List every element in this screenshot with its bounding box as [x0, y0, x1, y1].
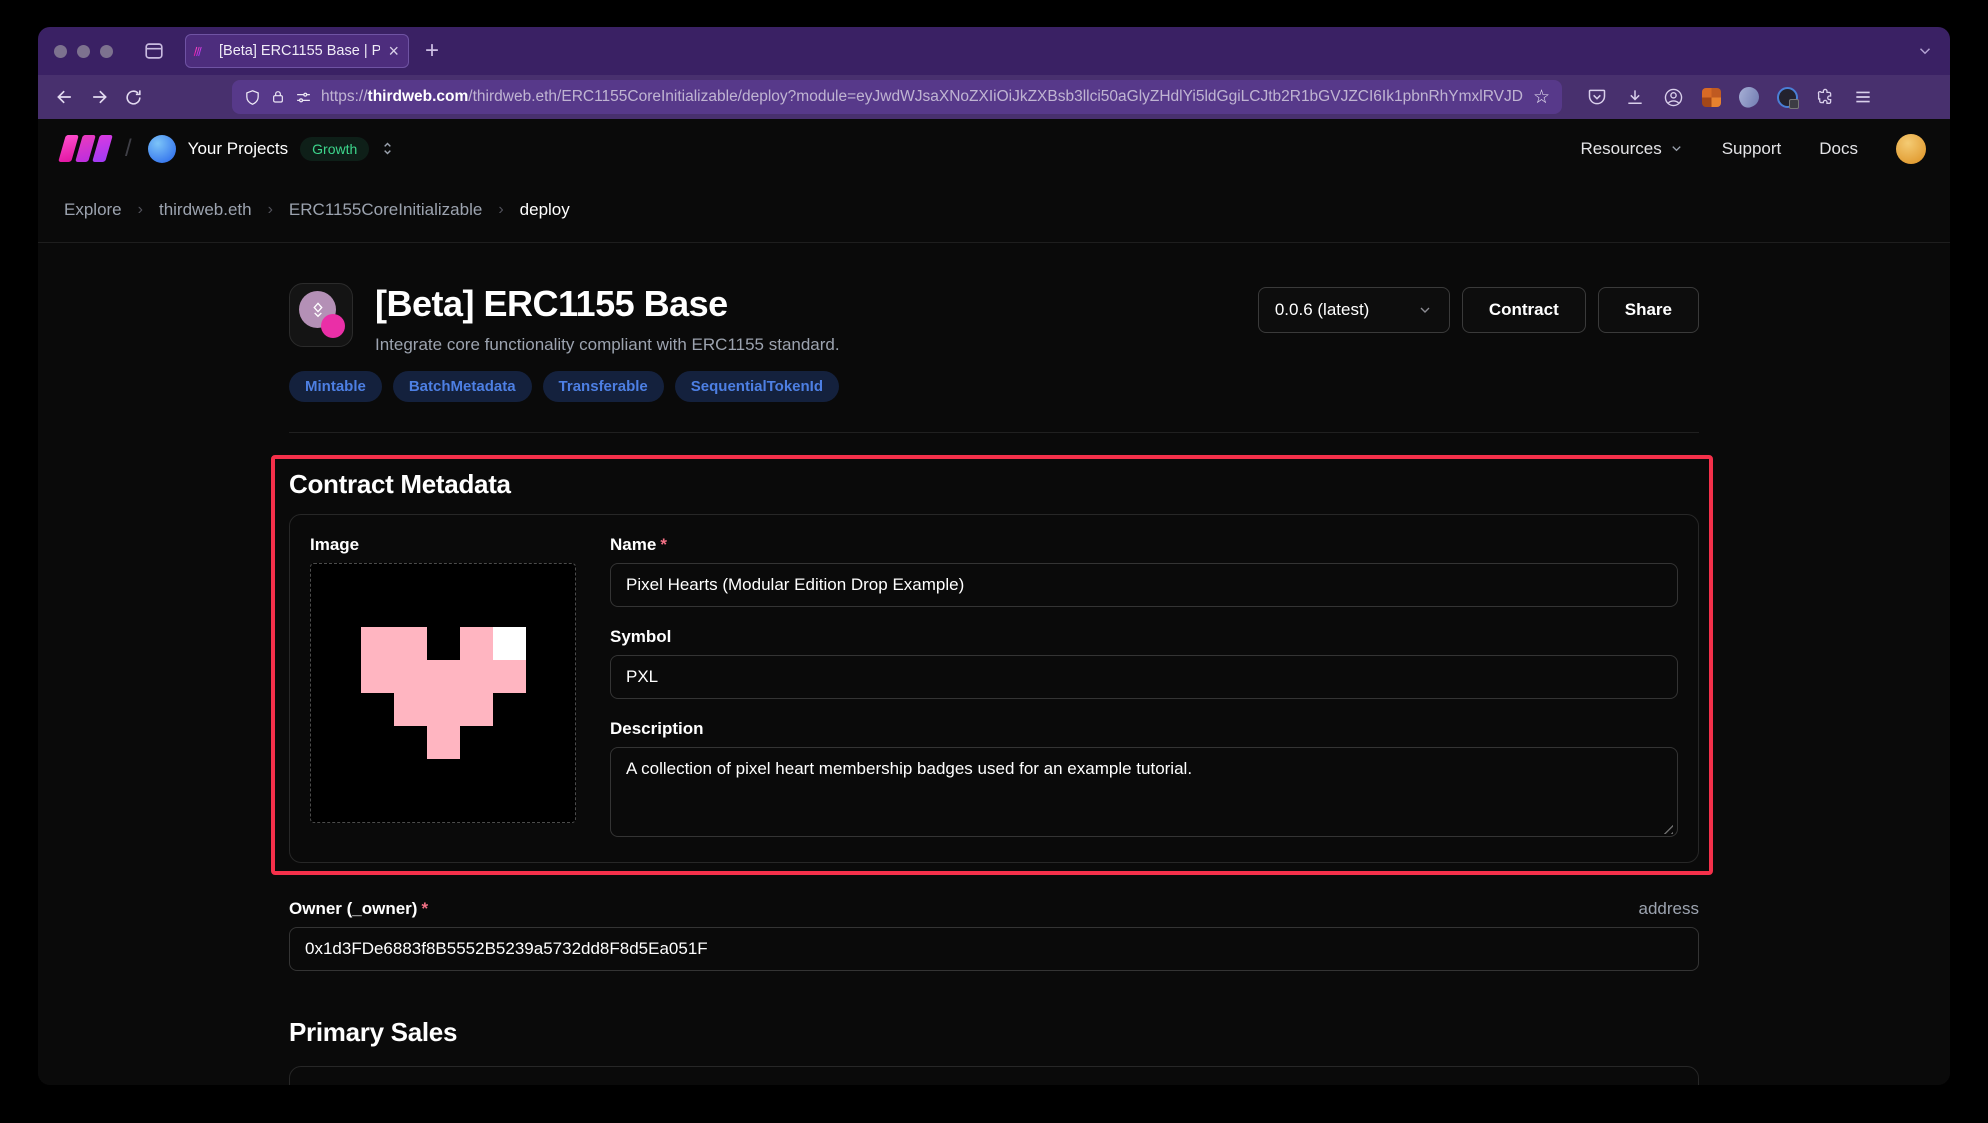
thirdweb-logo[interactable] [62, 135, 109, 162]
breadcrumb: Explore › thirdweb.eth › ERC1155CoreInit… [38, 178, 1950, 243]
zoom-window-button[interactable] [100, 45, 113, 58]
chevron-right-icon: › [138, 201, 143, 219]
project-avatar[interactable] [148, 135, 176, 163]
contract-icon [289, 283, 353, 347]
page-content: / Your Projects Growth Resources Support… [38, 119, 1950, 1085]
privacy-extension-icon[interactable] [1774, 84, 1800, 110]
browser-window: [Beta] ERC1155 Base | Publishe × + [38, 27, 1950, 1085]
share-button[interactable]: Share [1598, 287, 1699, 333]
toolbar-extensions [1584, 84, 1876, 110]
contract-icon-dot [321, 314, 345, 338]
section-divider [289, 432, 1699, 433]
description-textarea[interactable]: A collection of pixel heart membership b… [610, 747, 1678, 837]
shield-icon[interactable] [244, 89, 261, 106]
tab-bar: [Beta] ERC1155 Base | Publishe × + [38, 27, 1950, 75]
site-header: / Your Projects Growth Resources Support… [38, 119, 1950, 178]
thirdweb-favicon [195, 46, 200, 55]
owner-input[interactable] [289, 927, 1699, 971]
nav-resources[interactable]: Resources [1580, 139, 1683, 159]
contract-metadata-card: Image Name* Symbol Description A collect… [289, 514, 1699, 863]
browser-tab[interactable]: [Beta] ERC1155 Base | Publishe × [185, 34, 409, 68]
tab-list-chevron-icon[interactable] [1916, 42, 1934, 60]
traffic-lights [54, 45, 113, 58]
minimize-window-button[interactable] [77, 45, 90, 58]
wallet-extension-icon[interactable] [1698, 84, 1724, 110]
page-title: [Beta] ERC1155 Base [375, 283, 840, 325]
symbol-input[interactable] [610, 655, 1678, 699]
extension-icon[interactable] [1736, 84, 1762, 110]
tab-title: [Beta] ERC1155 Base | Publishe [219, 43, 380, 59]
owner-field-block: Owner (_owner)* address [289, 899, 1699, 971]
puzzle-extensions-icon[interactable] [1812, 84, 1838, 110]
nav-docs[interactable]: Docs [1819, 139, 1858, 159]
firefox-view-icon[interactable] [143, 40, 165, 62]
version-select[interactable]: 0.0.6 (latest) [1258, 287, 1450, 333]
close-tab-icon[interactable]: × [388, 42, 399, 60]
extension-badges: Mintable BatchMetadata Transferable Sequ… [289, 371, 1699, 402]
url-text[interactable]: https://thirdweb.com/thirdweb.eth/ERC115… [321, 88, 1524, 106]
chevron-down-icon [1669, 141, 1684, 156]
back-icon[interactable] [50, 82, 80, 112]
description-label: Description [610, 719, 1678, 739]
user-avatar[interactable] [1896, 134, 1926, 164]
permissions-icon[interactable] [295, 89, 312, 106]
close-window-button[interactable] [54, 45, 67, 58]
chevron-right-icon: › [268, 201, 273, 219]
slash-divider: / [125, 135, 132, 163]
breadcrumb-publisher[interactable]: thirdweb.eth [159, 200, 252, 220]
pocket-icon[interactable] [1584, 84, 1610, 110]
recipient-address-label: Recipient Address* [314, 1083, 1674, 1085]
name-label: Name* [610, 535, 1678, 555]
primary-sales-heading: Primary Sales [289, 1017, 1699, 1048]
project-name[interactable]: Your Projects [188, 139, 288, 159]
plan-badge: Growth [300, 137, 369, 161]
new-tab-button[interactable]: + [425, 37, 439, 65]
pixel-heart [361, 627, 526, 759]
menu-hamburger-icon[interactable] [1850, 84, 1876, 110]
browser-toolbar: https://thirdweb.com/thirdweb.eth/ERC115… [38, 75, 1950, 119]
url-bar[interactable]: https://thirdweb.com/thirdweb.eth/ERC115… [232, 80, 1562, 114]
account-icon[interactable] [1660, 84, 1686, 110]
primary-sales-card: Recipient Address* [289, 1066, 1699, 1085]
badge-transferable[interactable]: Transferable [543, 371, 664, 402]
contract-hero: [Beta] ERC1155 Base Integrate core funct… [289, 283, 1699, 355]
badge-sequentialtokenid[interactable]: SequentialTokenId [675, 371, 839, 402]
owner-type-hint: address [1639, 899, 1699, 919]
lock-icon[interactable] [270, 89, 286, 105]
symbol-label: Symbol [610, 627, 1678, 647]
badge-mintable[interactable]: Mintable [289, 371, 382, 402]
breadcrumb-explore[interactable]: Explore [64, 200, 122, 220]
annotation-highlight-box: Contract Metadata Image Name* Symbol Des [271, 455, 1713, 875]
badge-batchmetadata[interactable]: BatchMetadata [393, 371, 532, 402]
breadcrumb-current: deploy [520, 200, 570, 220]
contract-metadata-heading: Contract Metadata [289, 469, 1699, 500]
image-dropzone[interactable] [310, 563, 576, 823]
reload-icon[interactable] [118, 82, 148, 112]
project-switcher-icon[interactable] [379, 140, 396, 157]
nav-support[interactable]: Support [1722, 139, 1782, 159]
chevron-right-icon: › [498, 201, 503, 219]
forward-icon[interactable] [84, 82, 114, 112]
downloads-icon[interactable] [1622, 84, 1648, 110]
image-label: Image [310, 535, 576, 555]
owner-label: Owner (_owner)* [289, 899, 428, 919]
chevron-down-icon [1417, 302, 1433, 318]
page-subtitle: Integrate core functionality compliant w… [375, 335, 840, 355]
bookmark-star-icon[interactable]: ☆ [1533, 86, 1550, 109]
name-input[interactable] [610, 563, 1678, 607]
breadcrumb-contract[interactable]: ERC1155CoreInitializable [289, 200, 482, 220]
contract-button[interactable]: Contract [1462, 287, 1586, 333]
